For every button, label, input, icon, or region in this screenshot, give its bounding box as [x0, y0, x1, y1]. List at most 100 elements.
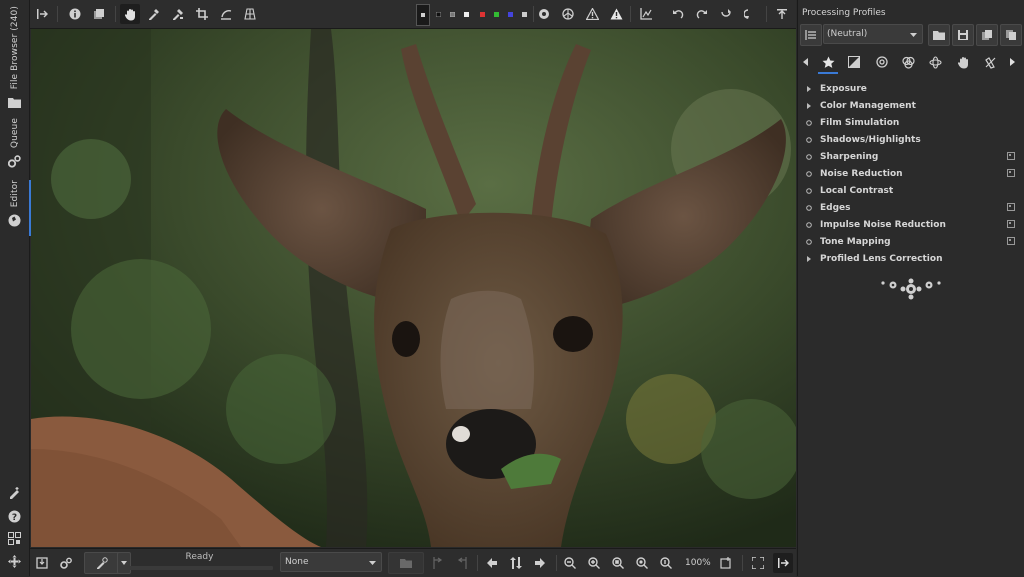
before-after-icon[interactable]: [558, 4, 578, 24]
profile-select[interactable]: None: [280, 552, 382, 572]
sync-filebrowser-icon[interactable]: [506, 553, 526, 573]
info-icon[interactable]: [65, 4, 85, 24]
tab-file-browser[interactable]: File Browser (240): [0, 6, 29, 109]
tab-advanced[interactable]: [925, 52, 945, 72]
aperture-icon: [8, 213, 22, 227]
zoom-in-icon[interactable]: [584, 553, 604, 573]
preview-luminosity[interactable]: [518, 4, 530, 24]
external-editor-icon: [97, 557, 108, 569]
preview-required-icon: [1007, 169, 1015, 177]
tool-tone-mapping[interactable]: Tone Mapping: [798, 233, 1024, 250]
enable-toggle-icon[interactable]: [806, 221, 812, 228]
tab-exposure[interactable]: [844, 52, 864, 72]
preview-red-channel[interactable]: [476, 4, 488, 24]
color-picker-icon[interactable]: [168, 4, 188, 24]
tool-film-simulation[interactable]: Film Simulation: [798, 114, 1024, 131]
zoom-level: 100%: [685, 558, 711, 568]
tab-editor[interactable]: Editor: [0, 180, 31, 236]
enable-toggle-icon[interactable]: [806, 153, 812, 160]
preview-bg-white[interactable]: [460, 4, 472, 24]
zoom-100-icon[interactable]: [656, 553, 676, 573]
enable-toggle-icon[interactable]: [806, 204, 812, 211]
white-balance-picker-icon[interactable]: [144, 4, 164, 24]
preview-bg-black[interactable]: [432, 4, 444, 24]
tab-favorites[interactable]: [818, 52, 838, 74]
preview-bg-dark[interactable]: [416, 4, 430, 26]
load-profile-button[interactable]: [928, 24, 950, 46]
crop-icon[interactable]: [192, 4, 212, 24]
rotate-right-icon[interactable]: [692, 4, 712, 24]
image-preview[interactable]: [31, 29, 796, 547]
zoom-fit-crop-icon[interactable]: [608, 553, 628, 573]
straighten-icon[interactable]: [216, 4, 236, 24]
tool-local-contrast[interactable]: Local Contrast: [798, 182, 1024, 199]
flip-vertical-icon[interactable]: [740, 4, 760, 24]
enable-toggle-icon[interactable]: [806, 119, 812, 126]
toolbar-separator: [742, 555, 743, 571]
enable-toggle-icon[interactable]: [806, 238, 812, 245]
save-profile-button[interactable]: [952, 24, 974, 46]
top-panel-toggle-icon[interactable]: [772, 4, 792, 24]
tool-noise-reduction[interactable]: Noise Reduction: [798, 165, 1024, 182]
tool-exposure[interactable]: Exposure: [798, 80, 1024, 97]
tool-sharpening-label: Sharpening: [820, 151, 879, 162]
tool-impulse-noise-reduction[interactable]: Impulse Noise Reduction: [798, 216, 1024, 233]
fullscreen-icon[interactable]: [748, 553, 768, 573]
shadow-clip-warning-icon[interactable]: [582, 4, 602, 24]
enable-toggle-icon[interactable]: [806, 136, 812, 143]
perspective-icon[interactable]: [240, 4, 260, 24]
preview-bg-grey[interactable]: [446, 4, 458, 24]
histogram-icon[interactable]: [636, 4, 656, 24]
preview-green-channel[interactable]: [490, 4, 502, 24]
move-icon[interactable]: [7, 554, 21, 568]
transfer-copy-icon[interactable]: [452, 553, 472, 573]
tab-detail[interactable]: [872, 52, 892, 72]
copy-profile-button[interactable]: [976, 24, 998, 46]
tool-color-management[interactable]: Color Management: [798, 97, 1024, 114]
output-profile-button[interactable]: [388, 552, 424, 574]
zoom-fit-icon[interactable]: [632, 553, 652, 573]
processing-profile-value: (Neutral): [827, 29, 868, 39]
toolbar-separator: [630, 6, 631, 22]
exposure-icon: [848, 56, 860, 68]
hand-icon[interactable]: [120, 4, 140, 24]
focus-mask-icon[interactable]: [534, 4, 554, 24]
enable-toggle-icon[interactable]: [806, 187, 812, 194]
save-image-icon[interactable]: [32, 553, 52, 573]
help-icon[interactable]: ?: [7, 509, 21, 523]
tab-raw[interactable]: [980, 52, 1000, 72]
right-panel: Processing Profiles (Neutral) Exposure C…: [797, 0, 1024, 576]
preview-required-icon: [1007, 203, 1015, 211]
tab-color[interactable]: [898, 52, 918, 72]
zoom-out-icon[interactable]: [560, 553, 580, 573]
preview-blue-channel[interactable]: [504, 4, 516, 24]
new-detail-window-icon[interactable]: [716, 553, 736, 573]
external-editor-button[interactable]: [84, 552, 120, 574]
flip-horizontal-icon[interactable]: [716, 4, 736, 24]
paste-profile-button[interactable]: [1000, 24, 1022, 46]
enable-toggle-icon[interactable]: [806, 170, 812, 177]
tool-profiled-lens-correction[interactable]: Profiled Lens Correction: [798, 250, 1024, 267]
queue-gears-icon[interactable]: [56, 553, 76, 573]
tool-shadows-highlights[interactable]: Shadows/Highlights: [798, 131, 1024, 148]
highlight-clip-warning-icon[interactable]: [606, 4, 626, 24]
right-panel-toggle-icon[interactable]: [773, 553, 793, 573]
tab-transform[interactable]: [953, 52, 973, 72]
send-to-editor-icon[interactable]: [7, 485, 21, 499]
qr-icon[interactable]: [7, 531, 21, 545]
rotate-left-icon[interactable]: [668, 4, 688, 24]
tab-scroll-right[interactable]: [1006, 52, 1018, 72]
transfer-to-editor-icon[interactable]: [428, 553, 448, 573]
tab-editor-label: Editor: [9, 180, 20, 208]
left-tab-strip: File Browser (240) Queue Editor ?: [0, 0, 31, 576]
tool-sharpening[interactable]: Sharpening: [798, 148, 1024, 165]
next-image-icon[interactable]: [530, 553, 550, 573]
tab-queue[interactable]: Queue: [0, 118, 29, 168]
processing-profile-select[interactable]: (Neutral): [823, 24, 923, 44]
panel-toggle-icon[interactable]: [32, 4, 52, 24]
tool-edges[interactable]: Edges: [798, 199, 1024, 216]
snapshot-icon[interactable]: [89, 4, 109, 24]
tab-scroll-left[interactable]: [800, 52, 810, 72]
profile-fill-mode-button[interactable]: [800, 24, 822, 46]
previous-image-icon[interactable]: [482, 553, 502, 573]
